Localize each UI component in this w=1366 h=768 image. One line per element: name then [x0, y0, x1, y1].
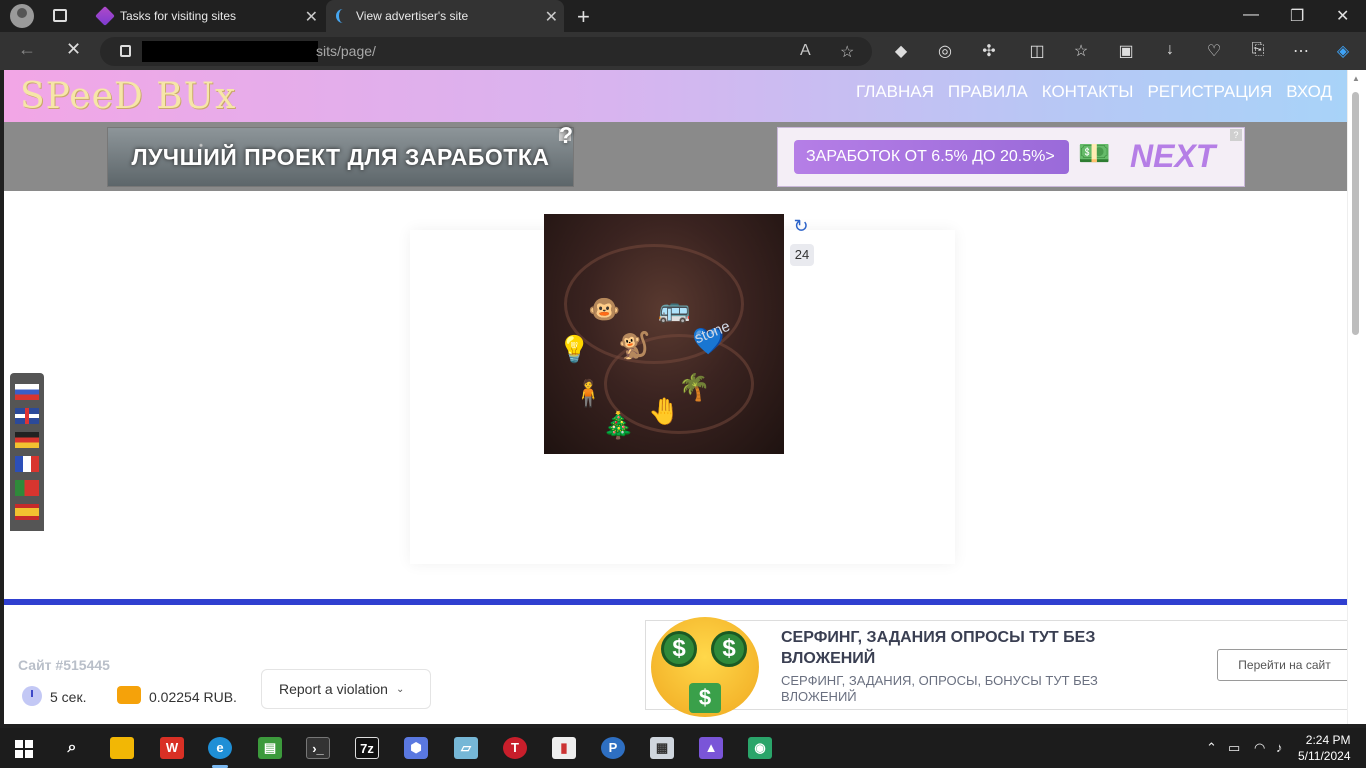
tab-loading-icon: [336, 9, 348, 23]
windows-start-icon[interactable]: [15, 740, 33, 758]
more-menu-icon[interactable]: ⋯: [1291, 41, 1311, 61]
minimize-icon[interactable]: —: [1243, 6, 1259, 24]
battery-icon[interactable]: ▭: [1228, 740, 1240, 756]
timer-counter: 24: [790, 244, 814, 266]
back-icon[interactable]: ←: [18, 39, 36, 60]
browser-toolbar: ← ✕ sits/page/ A ☆ ◆ ◎ ✣ ◫ ☆ ▣ ↓ ♡ ⎘ ⋯ ◈: [0, 32, 1366, 70]
clock-date: 5/11/2024: [1298, 749, 1351, 763]
page-scrollbar[interactable]: ▲: [1347, 70, 1366, 724]
extension-glasses-icon[interactable]: ◎: [935, 41, 955, 61]
app-hexagon-icon[interactable]: ⬢: [404, 737, 428, 759]
banner-best-project[interactable]: ЛУЧШИЙ ПРОЕКТ ДЛЯ ЗАРАБОТКА ?: [107, 124, 574, 187]
hand-icon[interactable]: 🤚: [648, 396, 680, 427]
clock-time: 2:24 PM: [1305, 733, 1351, 747]
menu-item-rules[interactable]: ПРАВИЛА: [948, 82, 1028, 102]
performance-icon[interactable]: ♡: [1204, 41, 1224, 61]
monkey-icon[interactable]: 🐵: [588, 294, 620, 325]
banner-text: ЛУЧШИЙ ПРОЕКТ ДЛЯ ЗАРАБОТКА: [131, 143, 550, 170]
banner-help-icon[interactable]: ?: [1230, 129, 1242, 141]
system-clock[interactable]: 2:24 PM 5/11/2024: [1298, 732, 1351, 764]
search-icon[interactable]: ⌕: [60, 737, 84, 759]
lock-icon[interactable]: [120, 45, 131, 57]
tab-favicon-icon: [95, 6, 115, 26]
stop-loading-icon[interactable]: ✕: [66, 39, 81, 60]
downloads-icon[interactable]: ↓: [1160, 41, 1180, 61]
profile-avatar[interactable]: [10, 4, 34, 28]
wps-office-icon[interactable]: W: [160, 737, 184, 759]
scrollbar-thumb[interactable]: [1352, 92, 1359, 335]
t-app-icon[interactable]: T: [503, 737, 527, 759]
person-icon[interactable]: 🧍: [572, 378, 604, 409]
flag-russia-icon[interactable]: [15, 384, 39, 400]
favorite-star-icon[interactable]: ☆: [840, 42, 854, 62]
banner-earnings-text: ЗАРАБОТОК ОТ 6.5% ДО 20.5%>: [794, 140, 1069, 174]
browser-tab-bar: Tasks for visiting sites ✕ View advertis…: [0, 0, 1366, 32]
monkey-icon[interactable]: 🐒: [618, 330, 650, 361]
menu-item-contacts[interactable]: КОНТАКТЫ: [1042, 82, 1134, 102]
site-header: SPeeD BUx ГЛАВНАЯ ПРАВИЛА КОНТАКТЫ РЕГИС…: [4, 70, 1347, 122]
banner-next[interactable]: ЗАРАБОТОК ОТ 6.5% ДО 20.5%> 💵 NEXT ?: [777, 127, 1245, 187]
android-studio-icon[interactable]: ◉: [748, 737, 772, 759]
flag-france-icon[interactable]: [15, 456, 39, 472]
copilot-icon[interactable]: ◈: [1333, 41, 1353, 61]
flag-portugal-icon[interactable]: [15, 480, 39, 496]
menu-item-home[interactable]: ГЛАВНАЯ: [856, 82, 934, 102]
extensions-icon[interactable]: ✣: [979, 41, 999, 61]
tab-actions-icon[interactable]: [53, 9, 67, 22]
menu-item-register[interactable]: РЕГИСТРАЦИЯ: [1147, 82, 1272, 102]
p-app-icon[interactable]: P: [601, 737, 625, 759]
flag-germany-icon[interactable]: [15, 432, 39, 448]
tab-title: View advertiser's site: [356, 9, 469, 23]
close-window-icon[interactable]: ✕: [1336, 6, 1349, 26]
extension-color-icon[interactable]: ◆: [891, 41, 911, 61]
redacted-url-part: [142, 41, 318, 62]
site-menu: ГЛАВНАЯ ПРАВИЛА КОНТАКТЫ РЕГИСТРАЦИЯ ВХО…: [856, 82, 1332, 102]
tab-title: Tasks for visiting sites: [120, 9, 237, 23]
close-tab-icon[interactable]: ✕: [545, 7, 558, 27]
7zip-icon[interactable]: 7z: [355, 737, 379, 759]
read-aloud-icon[interactable]: A: [800, 42, 811, 60]
banner-row: ЛУЧШИЙ ПРОЕКТ ДЛЯ ЗАРАБОТКА ? ЗАРАБОТОК …: [4, 122, 1347, 191]
refresh-icon[interactable]: ↻: [790, 216, 812, 238]
restore-icon[interactable]: ❐: [1290, 6, 1304, 26]
network-icon[interactable]: ◠: [1254, 740, 1265, 756]
palm-tree-icon[interactable]: 🌴: [678, 372, 710, 403]
address-bar[interactable]: sits/page/ A ☆: [100, 37, 872, 66]
file-explorer-icon[interactable]: [110, 737, 134, 759]
spreadsheet-app-icon[interactable]: ▤: [258, 737, 282, 759]
photos-app-icon[interactable]: ▲: [699, 737, 723, 759]
bus-icon[interactable]: 🚌: [658, 294, 690, 325]
bookmark-app-icon[interactable]: ▮: [552, 737, 576, 759]
lightbulb-gear-icon[interactable]: 💡: [558, 334, 590, 365]
tab-tasks[interactable]: Tasks for visiting sites ✕: [88, 0, 324, 32]
menu-item-login[interactable]: ВХОД: [1286, 82, 1332, 102]
show-hidden-icons-icon[interactable]: ⌃: [1206, 740, 1217, 756]
captcha-image[interactable]: 🐵 🚌 💡 🐒 💙 stone 🌴 🧍 🤚 🎄: [544, 214, 784, 454]
url-text: sits/page/: [316, 43, 376, 59]
site-logo[interactable]: SPeeD BUx: [20, 76, 236, 117]
tree-icon[interactable]: 🎄: [602, 410, 634, 441]
notes-app-icon[interactable]: ▱: [454, 737, 478, 759]
banner-brand: NEXT: [1130, 138, 1216, 174]
collections-icon[interactable]: ▣: [1116, 41, 1136, 61]
favorites-icon[interactable]: ☆: [1071, 41, 1091, 61]
money-icon: 💵: [1078, 138, 1111, 168]
windows-taskbar: ⌕ W e ▤ ›_ 7z ⬢ ▱ T ▮ P ▦ ▲ ◉ ⌃ ▭ ◠ ♪ 2:…: [0, 728, 1366, 768]
close-tab-icon[interactable]: ✕: [305, 7, 318, 27]
edge-browser-icon[interactable]: e: [208, 737, 232, 759]
new-tab-icon[interactable]: +: [577, 4, 590, 30]
banner-help-icon[interactable]: ?: [559, 124, 573, 147]
tab-advertiser-site[interactable]: View advertiser's site ✕: [326, 0, 564, 32]
volume-icon[interactable]: ♪: [1276, 740, 1283, 755]
split-screen-icon[interactable]: ◫: [1027, 41, 1047, 61]
flag-spain-icon[interactable]: [15, 504, 39, 520]
scroll-up-icon[interactable]: ▲: [1352, 74, 1360, 83]
share-icon[interactable]: ⎘: [1248, 41, 1268, 61]
terminal-icon[interactable]: ›_: [306, 737, 330, 759]
language-selector: [10, 373, 44, 531]
monitor-app-icon[interactable]: ▦: [650, 737, 674, 759]
flag-uk-icon[interactable]: [15, 408, 39, 424]
